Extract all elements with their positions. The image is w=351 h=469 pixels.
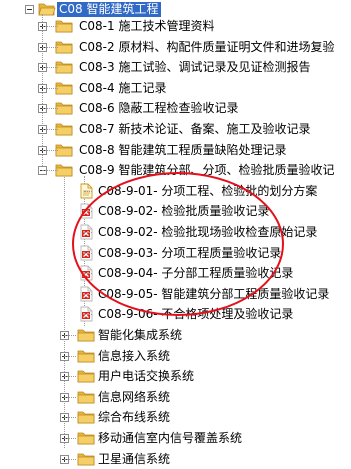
tree-node-label: 卫星通信系统 bbox=[98, 452, 171, 466]
tree-node-subsystem[interactable]: 智能化集成系统 bbox=[0, 326, 340, 345]
tree-leaf-c08-9-04-[interactable]: C08-9-04- 子分部工程质量验收记录 bbox=[0, 264, 340, 283]
tree-node-label: 用户电话交换系统 bbox=[98, 369, 195, 383]
tree-leaf-label: C08-9-02- 检验批现场验收检查原始记录 bbox=[96, 225, 319, 240]
tree-leaf-label: C08-9-02- 检验批质量验收记录 bbox=[96, 204, 271, 219]
folder-icon bbox=[77, 370, 95, 383]
tree-guide-line bbox=[84, 253, 92, 254]
node-code: C08-9-05- bbox=[98, 287, 158, 301]
tree-node-label: C08-6 隐蔽工程检查验收记录 bbox=[77, 101, 240, 116]
tree-leaf-c08-9-06-[interactable]: C08-9-06- 不合格项处理及验收记录 bbox=[0, 305, 340, 324]
tree-node-label: C08-8 智能建筑工程质量缺陷处理记录 bbox=[77, 143, 288, 158]
tree-guide-line bbox=[42, 67, 58, 68]
tree-node-subsystem[interactable]: 用户电话交换系统 bbox=[0, 367, 340, 386]
node-name: 子分部工程质量验收记录 bbox=[157, 266, 294, 280]
collapse-toggle[interactable] bbox=[25, 5, 34, 14]
node-code: C08-9-03- bbox=[98, 246, 158, 260]
folder-open-icon bbox=[38, 3, 56, 16]
tree-guide-line bbox=[42, 150, 58, 151]
tree-guide-line bbox=[64, 438, 76, 439]
node-name: 施工记录 bbox=[114, 81, 167, 95]
folder-icon bbox=[77, 432, 95, 445]
folder-icon bbox=[77, 411, 95, 424]
tree-leaf-c08-9-02-[interactable]: C08-9-02- 检验批现场验收检查原始记录 bbox=[0, 223, 340, 242]
tree-node-subsystem[interactable]: 移动通信室内信号覆盖系统 bbox=[0, 429, 340, 448]
project-tree: C08 智能建筑工程 C08-1 施工技术管理资料 C08-2 原材料、构配件质… bbox=[0, 0, 351, 466]
node-name: 检验批质量验收记录 bbox=[157, 204, 270, 218]
tree-node-label: 信息网络系统 bbox=[98, 390, 171, 404]
node-code: C08-9-01- bbox=[98, 184, 158, 198]
tree-node-subsystem[interactable]: 信息网络系统 bbox=[0, 388, 340, 407]
tree-guide-line bbox=[64, 356, 76, 357]
node-code: C08-9-02- bbox=[98, 225, 158, 239]
tree-leaf-c08-9-03-[interactable]: C08-9-03- 分项工程质量验收记录 bbox=[0, 244, 340, 263]
node-code: C08-9-06- bbox=[98, 307, 158, 321]
tree-node-root-label: C08 智能建筑工程 bbox=[57, 2, 161, 17]
tree-node-label: C08-7 新技术论证、备案、施工及验收记录 bbox=[77, 122, 312, 137]
tree-node-label: 综合布线系统 bbox=[98, 410, 171, 424]
node-code: C08-9-02- bbox=[98, 204, 158, 218]
tree-node-label: C08-2 原材料、构配件质量证明文件和进场复验 bbox=[77, 40, 336, 55]
tree-leaf-c08-9-01-[interactable]: C08-9-01- 分项工程、检验批的划分方案 bbox=[0, 182, 340, 201]
node-code: C08-9 bbox=[79, 163, 115, 177]
node-code: C08-4 bbox=[79, 81, 115, 95]
tree-guide-line bbox=[84, 232, 92, 233]
tree-node-label: 移动通信室内信号覆盖系统 bbox=[98, 431, 243, 445]
node-name: 分项工程质量验收记录 bbox=[157, 246, 282, 260]
tree-guide-line bbox=[64, 376, 76, 377]
tree-leaf-c08-9-05-[interactable]: C08-9-05- 智能建筑分部工程质量验收记录 bbox=[0, 285, 340, 304]
node-name: 新技术论证、备案、施工及验收记录 bbox=[114, 122, 311, 136]
tree-guide-line bbox=[64, 397, 76, 398]
tree-guide-line bbox=[42, 88, 58, 89]
folder-icon bbox=[77, 453, 95, 466]
node-name: 施工试验、调试记录及见证检测报告 bbox=[114, 60, 311, 74]
node-name: 原材料、构配件质量证明文件和进场复验 bbox=[114, 40, 335, 54]
tree-leaf-label: C08-9-06- 不合格项处理及验收记录 bbox=[96, 307, 295, 322]
node-name: 不合格项处理及验收记录 bbox=[157, 307, 294, 321]
tree-guide-line bbox=[64, 459, 76, 460]
tree-node-subsystem[interactable]: 综合布线系统 bbox=[0, 408, 340, 427]
tree-guide-line bbox=[84, 273, 92, 274]
node-name: 智能建筑分部、分项、检验批质量验收记 bbox=[114, 163, 335, 177]
tree-guide-line bbox=[42, 108, 58, 109]
node-name: 智能建筑工程质量缺陷处理记录 bbox=[114, 143, 287, 157]
tree-leaf-label: C08-9-01- 分项工程、检验批的划分方案 bbox=[96, 184, 319, 199]
tree-node-subsystem[interactable]: 卫星通信系统 bbox=[0, 450, 340, 469]
node-name: 施工技术管理资料 bbox=[114, 19, 215, 33]
tree-guide-line bbox=[42, 47, 58, 48]
node-code: C08-7 bbox=[79, 122, 115, 136]
tree-guide-line bbox=[64, 417, 76, 418]
tree-leaf-label: C08-9-05- 智能建筑分部工程质量验收记录 bbox=[96, 287, 331, 302]
folder-icon bbox=[77, 329, 95, 342]
tree-node-label: C08-4 施工记录 bbox=[77, 81, 168, 96]
tree-node-label: 信息接入系统 bbox=[98, 349, 171, 363]
node-code: C08-1 bbox=[79, 19, 115, 33]
tree-guide-line bbox=[42, 26, 58, 27]
tree-leaf-label: C08-9-04- 子分部工程质量验收记录 bbox=[96, 266, 295, 281]
folder-icon bbox=[77, 391, 95, 404]
node-name: 检验批现场验收检查原始记录 bbox=[157, 225, 318, 239]
folder-icon bbox=[77, 350, 95, 363]
tree-guide-line bbox=[42, 129, 58, 130]
node-code: C08-6 bbox=[79, 101, 115, 115]
tree-guide-line bbox=[84, 211, 92, 212]
tree-leaf-label: C08-9-03- 分项工程质量验收记录 bbox=[96, 246, 283, 261]
tree-node-label: C08-1 施工技术管理资料 bbox=[77, 19, 216, 34]
node-code: C08-9-04- bbox=[98, 266, 158, 280]
tree-node-subsystem[interactable]: 信息接入系统 bbox=[0, 347, 340, 366]
tree-leaf-c08-9-02-[interactable]: C08-9-02- 检验批质量验收记录 bbox=[0, 202, 340, 221]
tree-guide-line bbox=[84, 294, 92, 295]
node-name: 隐蔽工程检查验收记录 bbox=[114, 101, 239, 115]
tree-node-label: C08-3 施工试验、调试记录及见证检测报告 bbox=[77, 60, 312, 75]
node-code: C08-2 bbox=[79, 40, 115, 54]
node-name: 智能建筑分部工程质量验收记录 bbox=[157, 287, 330, 301]
tree-guide-line bbox=[64, 335, 76, 336]
tree-guide-line bbox=[84, 191, 92, 192]
node-name: 分项工程、检验批的划分方案 bbox=[157, 184, 318, 198]
tree-node-label: C08-9 智能建筑分部、分项、检验批质量验收记 bbox=[77, 163, 336, 178]
node-code: C08-3 bbox=[79, 60, 115, 74]
tree-node-label: 智能化集成系统 bbox=[98, 328, 183, 342]
node-code: C08-8 bbox=[79, 143, 115, 157]
tree-guide-line bbox=[84, 314, 92, 315]
tree-guide-line bbox=[42, 170, 58, 171]
